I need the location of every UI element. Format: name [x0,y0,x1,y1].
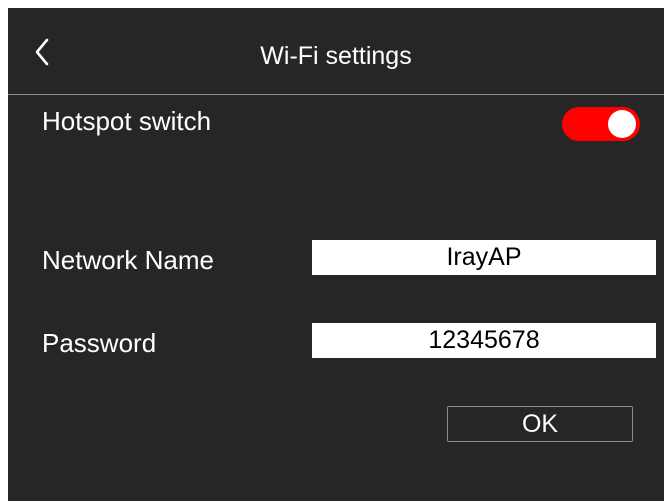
page-title: Wi-Fi settings [260,42,412,70]
ok-button[interactable]: OK [447,406,633,442]
chevron-left-icon [35,38,49,66]
hotspot-switch-label: Hotspot switch [42,106,212,136]
header-divider [8,94,664,95]
network-name-field[interactable] [312,240,656,275]
network-name-label: Network Name [42,245,214,275]
back-button[interactable] [30,32,60,72]
toggle-knob [608,110,636,138]
password-field[interactable] [312,323,656,358]
hotspot-toggle[interactable] [562,107,640,141]
wifi-settings-screen: Wi-Fi settings Hotspot switch Network Na… [8,8,664,501]
header-bar: Wi-Fi settings [8,8,664,94]
password-label: Password [42,328,157,358]
